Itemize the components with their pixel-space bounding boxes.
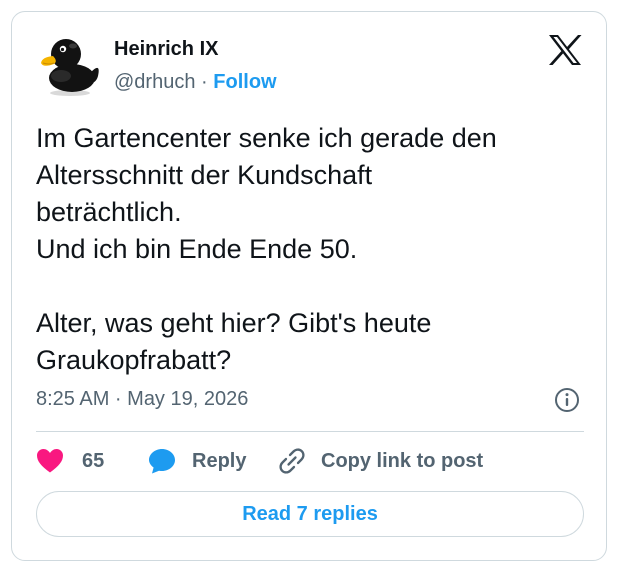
tweet-card: Heinrich IX @drhuch · Follow Im Gartence…: [11, 11, 607, 561]
tweet-timestamp[interactable]: 8:25 AM · May 19, 2026: [36, 388, 248, 411]
like-count: 65: [82, 449, 105, 472]
divider: [36, 431, 584, 432]
link-icon: [279, 448, 305, 474]
x-logo-icon[interactable]: [548, 34, 582, 66]
author-name[interactable]: Heinrich IX: [114, 38, 218, 61]
copy-link-label: Copy link to post: [321, 449, 484, 472]
like-button[interactable]: 65: [36, 444, 104, 478]
reply-bubble-icon: [149, 449, 175, 474]
reply-label: Reply: [192, 449, 247, 472]
tweet-text: Im Gartencenter senke ich gerade den Alt…: [36, 123, 497, 375]
reply-button[interactable]: Reply: [148, 444, 246, 478]
info-icon[interactable]: [553, 386, 581, 414]
follow-button[interactable]: Follow: [213, 71, 276, 93]
heart-icon: [37, 449, 63, 473]
author-handle[interactable]: @drhuch: [114, 71, 195, 93]
separator-dot: ·: [201, 71, 208, 93]
rubber-duck-avatar[interactable]: [39, 32, 105, 98]
read-replies-button[interactable]: Read 7 replies: [36, 491, 584, 537]
author-handle-line: @drhuch · Follow: [114, 71, 277, 94]
copy-link-button[interactable]: Copy link to post: [277, 444, 483, 478]
